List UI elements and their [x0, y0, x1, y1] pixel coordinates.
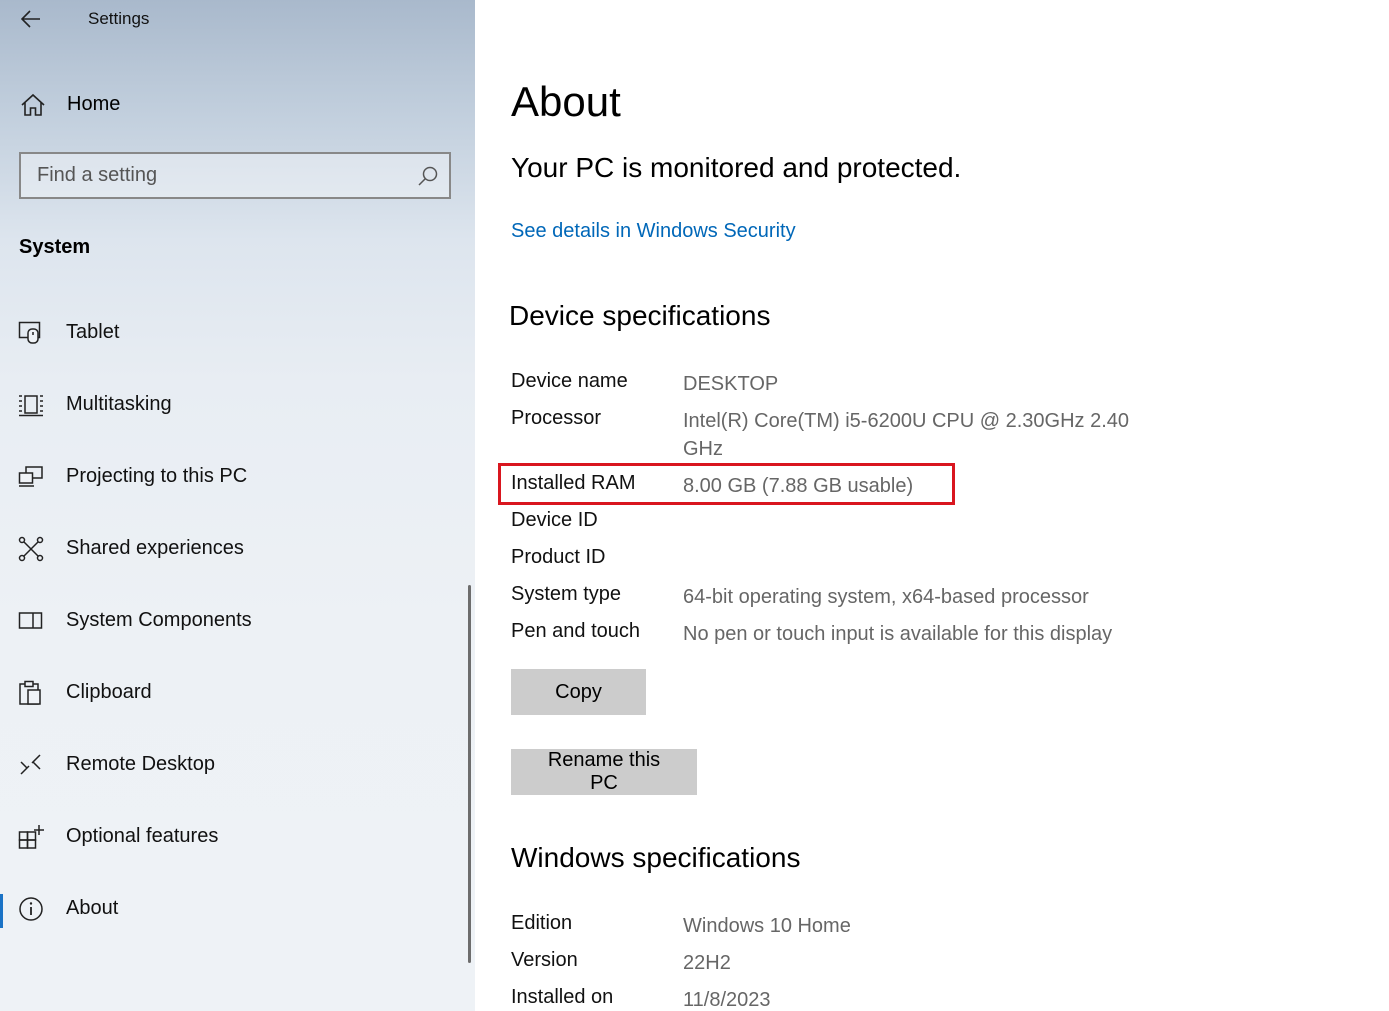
spec-value: 22H2	[683, 952, 731, 974]
spec-label: Pen and touch	[511, 620, 640, 642]
rename-pc-button[interactable]: Rename this PC	[511, 749, 697, 795]
home-label: Home	[67, 93, 121, 115]
spec-label: Device name	[511, 370, 628, 392]
home-icon	[21, 93, 45, 116]
spec-value: No pen or touch input is available for t…	[683, 623, 1113, 645]
system-nav-list: Tablet Multitasking Projecting to this P…	[0, 310, 470, 958]
sidebar-item-system-components[interactable]: System Components	[0, 598, 470, 670]
spec-value: Windows 10 Home	[683, 915, 851, 937]
info-icon	[19, 897, 43, 921]
tablet-icon	[18, 321, 41, 344]
spec-label: Installed on	[511, 986, 614, 1008]
sidebar-item-label: Clipboard	[66, 681, 152, 703]
section-heading-system: System	[19, 236, 91, 258]
sidebar-scrollbar[interactable]	[468, 585, 471, 963]
spec-label: Version	[511, 949, 578, 971]
sidebar-item-projecting[interactable]: Projecting to this PC	[0, 454, 470, 526]
projecting-icon	[18, 466, 43, 487]
page-title: About	[511, 78, 621, 125]
spec-value: 64-bit operating system, x64-based proce…	[683, 586, 1089, 608]
sidebar-item-label: Tablet	[66, 321, 120, 343]
spec-value: DESKTOP	[683, 373, 779, 395]
sidebar-item-label: Shared experiences	[66, 537, 244, 559]
spec-label: Processor	[511, 407, 602, 429]
search-icon[interactable]	[417, 165, 439, 187]
main-content: About Your PC is monitored and protected…	[475, 0, 1389, 1011]
sidebar-item-about[interactable]: About	[0, 886, 470, 958]
title-bar: Settings	[0, 0, 475, 40]
search-input[interactable]	[21, 154, 401, 197]
sidebar-item-remote-desktop[interactable]: Remote Desktop	[0, 742, 470, 814]
sidebar-item-clipboard[interactable]: Clipboard	[0, 670, 470, 742]
spec-label: Product ID	[511, 546, 606, 568]
spec-label: System type	[511, 583, 622, 605]
sidebar-item-tablet[interactable]: Tablet	[0, 310, 470, 382]
search-box[interactable]	[19, 152, 451, 199]
ram-highlight-box	[498, 463, 955, 505]
sidebar-item-label: System Components	[66, 609, 252, 631]
clipboard-icon	[19, 680, 41, 705]
spec-value: 11/8/2023	[683, 989, 771, 1011]
sidebar-item-label: About	[66, 897, 119, 919]
windows-security-link[interactable]: See details in Windows Security	[511, 220, 796, 243]
back-button[interactable]	[14, 4, 48, 34]
home-nav-item[interactable]: Home	[0, 84, 475, 126]
sidebar-item-label: Projecting to this PC	[66, 465, 248, 487]
remote-desktop-icon	[20, 754, 41, 775]
sidebar-item-optional-features[interactable]: Optional features	[0, 814, 470, 886]
protection-status: Your PC is monitored and protected.	[511, 152, 962, 183]
spec-label: Device ID	[511, 509, 598, 531]
copy-button[interactable]: Copy	[511, 669, 646, 715]
shared-experiences-icon	[18, 536, 44, 562]
sidebar-item-shared-experiences[interactable]: Shared experiences	[0, 526, 470, 598]
windows-specifications-heading: Windows specifications	[511, 842, 801, 873]
system-components-icon	[18, 612, 43, 629]
sidebar-item-label: Optional features	[66, 825, 219, 847]
sidebar-item-multitasking[interactable]: Multitasking	[0, 382, 470, 454]
spec-value: Intel(R) Core(TM) i5-6200U CPU @ 2.30GHz…	[683, 410, 1129, 460]
sidebar: Settings Home System Tablet	[0, 0, 475, 1011]
multitasking-icon	[19, 395, 43, 417]
app-title: Settings	[88, 9, 150, 28]
optional-features-icon	[18, 825, 44, 849]
device-specifications-heading: Device specifications	[509, 300, 771, 331]
sidebar-item-label: Multitasking	[66, 393, 172, 415]
spec-label: Edition	[511, 912, 573, 934]
back-arrow-icon	[21, 10, 40, 28]
sidebar-item-label: Remote Desktop	[66, 753, 215, 775]
